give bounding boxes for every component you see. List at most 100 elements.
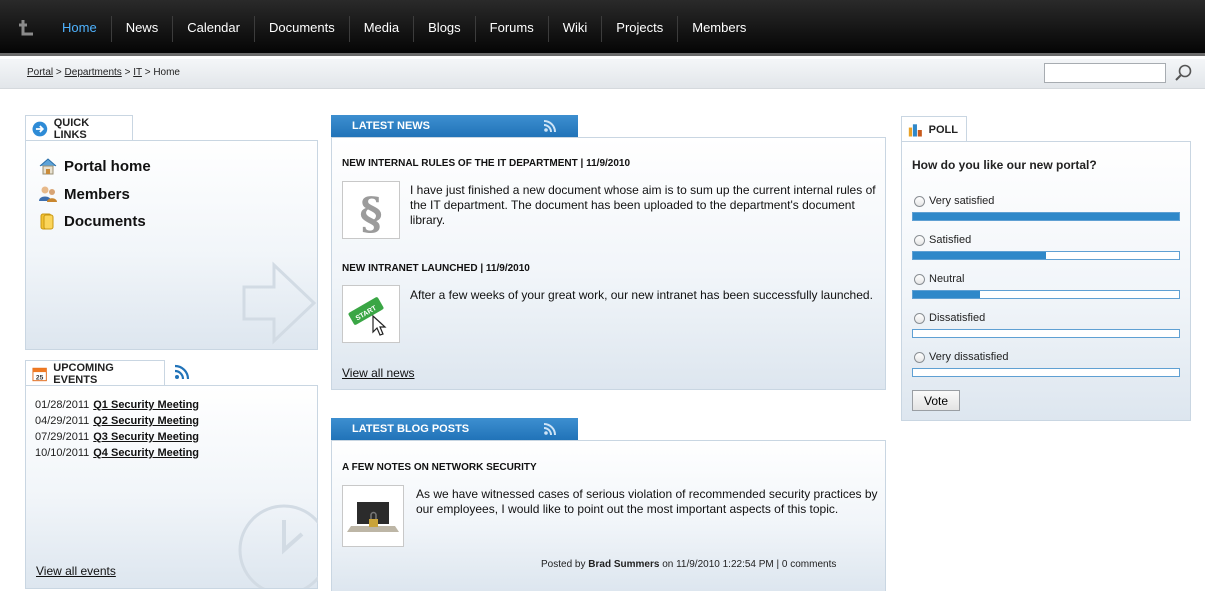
nav-item-members[interactable]: Members [678,16,760,42]
breadcrumb-separator: > [124,67,131,78]
poll-option[interactable]: Neutral [914,273,964,285]
event-item: 04/29/2011 Q2 Security Meeting [35,415,199,427]
breadcrumb-departments[interactable]: Departments [65,67,122,78]
poll-option[interactable]: Very dissatisfied [914,351,1008,363]
breadcrumb-portal[interactable]: Portal [27,67,53,78]
quick-links-title: QUICK LINKS [53,116,90,141]
event-date: 07/29/2011 [35,431,90,443]
posted-date-comments: on 11/9/2010 1:22:54 PM | 0 comments [662,559,837,570]
quick-link-label: Documents [64,212,146,230]
news-item-text: After a few weeks of your great work, ou… [410,288,873,302]
rss-icon[interactable] [543,422,557,436]
event-link[interactable]: Q1 Security Meeting [93,399,199,411]
poll-option-label: Very dissatisfied [929,351,1009,363]
news-item-text: I have just finished a new document whos… [410,183,876,227]
poll-result-bar [912,368,1180,377]
nav-item-home[interactable]: Home [48,16,112,42]
quick-link-documents[interactable]: Documents [38,211,146,231]
poll-result-fill [913,291,980,298]
radio-button[interactable] [914,195,925,207]
svg-text:§: § [359,189,382,238]
event-link[interactable]: Q2 Security Meeting [93,415,199,427]
breadcrumb-bar: Portal > Departments > IT > Home [0,59,1205,89]
event-link[interactable]: Q3 Security Meeting [93,431,199,443]
radio-button[interactable] [914,273,925,285]
poll-option-label: Satisfied [929,234,972,246]
breadcrumb-separator: > [144,67,151,78]
event-date: 01/28/2011 [35,399,90,411]
search-icon[interactable] [1173,63,1193,83]
quick-link-label: Members [64,185,130,203]
event-item: 10/10/2011 Q4 Security Meeting [35,447,199,459]
event-item: 07/29/2011 Q3 Security Meeting [35,431,199,443]
vote-button[interactable]: Vote [912,390,960,411]
quick-link-portal-home[interactable]: Portal home [38,156,151,176]
breadcrumb: Portal > Departments > IT > Home [27,67,180,78]
blog-post-text: As we have witnessed cases of serious vi… [416,487,878,516]
clock-watermark-icon [238,504,318,588]
poll-question: How do you like our new portal? [912,158,1097,172]
nav-menu: Home News Calendar Documents Media Blogs… [48,16,760,42]
poll-result-bar [912,212,1180,221]
latest-news-title: LATEST NEWS [352,120,431,132]
paragraph-sign-icon: § [359,189,382,240]
breadcrumb-separator: > [55,67,62,78]
rss-icon[interactable] [543,119,557,133]
nav-item-wiki[interactable]: Wiki [549,16,603,42]
news-item-title[interactable]: NEW INTERNAL RULES OF THE IT DEPARTMENT … [342,158,630,169]
poll-result-bar [912,290,1180,299]
view-all-events-link[interactable]: View all events [36,564,116,578]
home-icon [39,158,57,175]
poll-result-fill [913,252,1046,259]
poll-option[interactable]: Satisfied [914,234,971,246]
upcoming-events-title: UPCOMING EVENTS [53,361,114,386]
search-input[interactable] [1044,63,1166,83]
blog-author-link[interactable]: Brad Summers [588,559,659,570]
nav-item-blogs[interactable]: Blogs [414,16,476,42]
poll-title: POLL [928,123,958,136]
logo-icon[interactable] [16,17,38,39]
poll-tab: POLL [901,116,967,142]
nav-item-media[interactable]: Media [350,16,415,42]
bar-chart-icon [908,123,922,137]
poll-result-fill [913,213,1179,220]
folder-icon [40,213,54,230]
nav-item-news[interactable]: News [112,16,174,42]
news-thumbnail[interactable]: START [342,285,400,343]
calendar-icon: 25 [32,367,47,381]
event-link[interactable]: Q4 Security Meeting [93,447,199,459]
quick-links-tab: QUICK LINKS [25,115,133,141]
svg-text:25: 25 [36,374,44,381]
breadcrumb-it[interactable]: IT [133,67,142,78]
nav-item-forums[interactable]: Forums [476,16,549,42]
upcoming-events-tab: 25 UPCOMING EVENTS [25,360,165,386]
rss-icon[interactable] [174,364,190,380]
event-date: 04/29/2011 [35,415,90,427]
latest-news-tab: LATEST NEWS [331,115,578,143]
latest-blog-posts-tab: LATEST BLOG POSTS [331,418,578,446]
posted-by-label: Posted by [541,559,586,570]
quick-link-label: Portal home [64,157,151,175]
radio-button[interactable] [914,234,925,246]
blog-post-title[interactable]: A FEW NOTES ON NETWORK SECURITY [342,462,537,473]
quick-link-members[interactable]: Members [38,184,130,204]
blog-post-meta: Posted by Brad Summers on 11/9/2010 1:22… [541,559,836,570]
laptop-lock-icon [347,502,399,532]
radio-button[interactable] [914,312,925,324]
poll-option-label: Very satisfied [929,195,995,207]
nav-item-projects[interactable]: Projects [602,16,679,42]
news-item-title[interactable]: NEW INTRANET LAUNCHED | 11/9/2010 [342,263,530,274]
poll-option[interactable]: Very satisfied [914,195,994,207]
view-all-news-link[interactable]: View all news [342,366,414,380]
event-item: 01/28/2011 Q1 Security Meeting [35,399,199,411]
latest-blog-posts-title: LATEST BLOG POSTS [352,423,470,435]
poll-result-bar [912,329,1180,338]
poll-option[interactable]: Dissatisfied [914,312,985,324]
users-icon [39,186,57,202]
radio-button[interactable] [914,351,925,363]
top-navigation: Home News Calendar Documents Media Blogs… [0,0,1205,56]
blog-thumbnail[interactable] [342,485,404,547]
nav-item-calendar[interactable]: Calendar [173,16,255,42]
nav-item-documents[interactable]: Documents [255,16,350,42]
news-thumbnail[interactable]: § [342,181,400,240]
